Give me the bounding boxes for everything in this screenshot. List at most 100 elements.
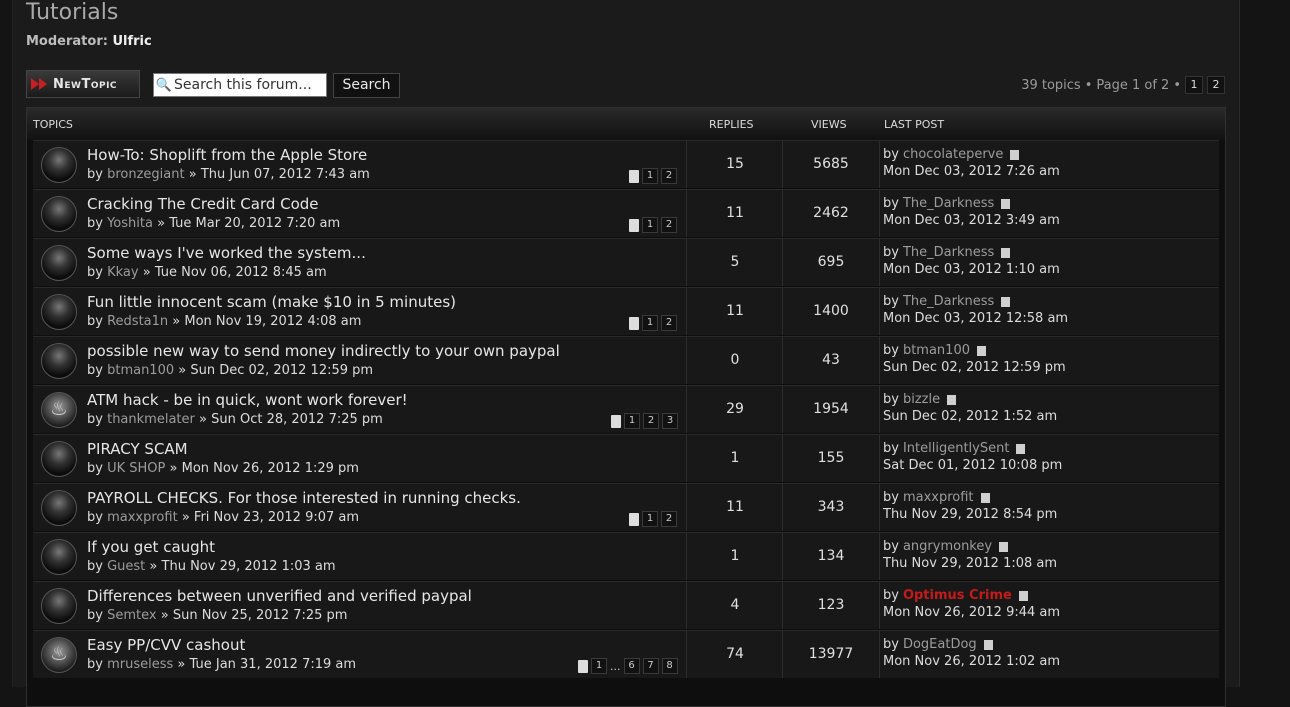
separator: » [178, 363, 187, 378]
topic-page-link[interactable]: 2 [643, 413, 659, 429]
moderator-line: Moderator: Ulfric [26, 34, 152, 49]
topic-title-link[interactable]: How-To: Shoplift from the Apple Store [87, 146, 367, 164]
topic-title-link[interactable]: If you get caught [87, 538, 215, 556]
topic-title-link[interactable]: possible new way to send money indirectl… [87, 342, 560, 360]
topic-meta: by btman100 » Sun Dec 02, 2012 12:59 pm [87, 363, 373, 378]
dark-orb-icon [41, 147, 77, 183]
topic-author-link[interactable]: bronzegiant [107, 167, 185, 182]
column-topics: TOPICS [33, 118, 73, 131]
topic-date: Mon Nov 19, 2012 4:08 am [184, 314, 362, 329]
view-latest-post-icon[interactable] [1018, 590, 1028, 601]
page-link-2[interactable]: 2 [1207, 76, 1225, 94]
topic-page-link[interactable]: 2 [661, 315, 677, 331]
topic-title-link[interactable]: Cracking The Credit Card Code [87, 195, 319, 213]
last-post-user-link[interactable]: btman100 [903, 343, 970, 358]
topic-author-link[interactable]: UK SHOP [107, 461, 165, 476]
topic-title-link[interactable]: PIRACY SCAM [87, 440, 188, 458]
topic-page-link[interactable]: 2 [661, 168, 677, 184]
topic-page-link[interactable]: 7 [642, 658, 659, 674]
view-latest-post-icon[interactable] [1010, 149, 1020, 160]
last-post-user-link[interactable]: chocolateperve [903, 147, 1003, 162]
topic-meta: by bronzegiant » Thu Jun 07, 2012 7:43 a… [87, 167, 370, 182]
topic-page-link[interactable]: 2 [661, 511, 677, 527]
separator: » [157, 216, 166, 231]
last-post-user-link[interactable]: maxxprofit [903, 490, 974, 505]
column-views: VIEWS [811, 118, 847, 131]
last-post-user-link[interactable]: The_Darkness [903, 245, 994, 260]
topic-page-link[interactable]: 6 [623, 658, 640, 674]
topic-author-link[interactable]: Guest [107, 559, 145, 574]
topic-row: Differences between unverified and verif… [33, 581, 1219, 629]
last-post-date: Mon Dec 03, 2012 3:49 am [883, 213, 1060, 228]
topic-title-link[interactable]: Some ways I've worked the system... [87, 244, 366, 262]
view-latest-post-icon[interactable] [1001, 198, 1011, 209]
view-latest-post-icon[interactable] [947, 394, 957, 405]
view-latest-post-icon[interactable] [976, 345, 986, 356]
topic-author-link[interactable]: btman100 [107, 363, 174, 378]
topic-title-link[interactable]: Fun little innocent scam (make $10 in 5 … [87, 293, 456, 311]
search-button[interactable]: Search [333, 73, 400, 98]
by-label: by [883, 343, 899, 358]
topic-page-link[interactable]: 1 [591, 658, 607, 674]
dark-orb-icon [41, 343, 77, 379]
topic-author-link[interactable]: mruseless [107, 657, 173, 672]
topic-page-link[interactable]: 1 [642, 168, 658, 184]
by-label: by [883, 294, 899, 309]
separator: » [188, 167, 197, 182]
by-label: by [883, 490, 899, 505]
view-latest-post-icon[interactable] [983, 639, 993, 650]
topic-date: Sun Dec 02, 2012 12:59 pm [190, 363, 374, 378]
topic-date: Sun Oct 28, 2012 7:25 pm [211, 412, 383, 427]
last-post-user-link[interactable]: The_Darkness [903, 294, 994, 309]
views-count: 2462 [782, 190, 880, 237]
topic-author-link[interactable]: thankmelater [107, 412, 195, 427]
last-post-user-link[interactable]: IntelligentlySent [903, 441, 1009, 456]
dark-orb-icon [41, 588, 77, 624]
view-latest-post-icon[interactable] [999, 541, 1009, 552]
last-post-user-link[interactable]: angrymonkey [903, 539, 992, 554]
last-post-user-link[interactable]: The_Darkness [903, 196, 994, 211]
by-label: by [883, 441, 899, 456]
view-latest-post-icon[interactable] [1016, 443, 1026, 454]
last-post-user-link[interactable]: Optimus Crime [903, 588, 1012, 603]
topic-page-link[interactable]: 1 [642, 511, 658, 527]
view-latest-post-icon[interactable] [1001, 296, 1011, 307]
topic-date: Tue Jan 31, 2012 7:19 am [189, 657, 357, 672]
last-post-date: Sun Dec 02, 2012 12:59 pm [883, 360, 1066, 375]
last-post: by angrymonkey Thu Nov 29, 2012 1:08 am [883, 539, 1057, 571]
topic-page-link[interactable]: 1 [642, 217, 658, 233]
document-icon [629, 169, 639, 183]
topic-author-link[interactable]: Semtex [107, 608, 156, 623]
view-latest-post-icon[interactable] [980, 492, 990, 503]
document-icon [611, 414, 621, 428]
topic-author-link[interactable]: maxxprofit [107, 510, 178, 525]
topic-title-link[interactable]: Easy PP/CVV cashout [87, 636, 245, 654]
last-post-user-link[interactable]: bizzle [903, 392, 940, 407]
topic-author-link[interactable]: Redsta1n [107, 314, 168, 329]
separator: » [169, 461, 178, 476]
topic-author-link[interactable]: Yoshita [107, 216, 153, 231]
view-latest-post-icon[interactable] [1001, 247, 1011, 258]
topic-page-link[interactable]: 2 [661, 217, 677, 233]
last-post-user-link[interactable]: DogEatDog [903, 637, 977, 652]
page-link-1[interactable]: 1 [1185, 76, 1203, 94]
topic-page-link[interactable]: 1 [642, 315, 658, 331]
topic-page-link[interactable]: 3 [662, 413, 678, 429]
topic-meta: by maxxprofit » Fri Nov 23, 2012 9:07 am [87, 510, 359, 525]
topic-pagination: 123 [611, 413, 678, 429]
moderator-name[interactable]: Ulfric [112, 34, 151, 49]
topic-title-link[interactable]: ATM hack - be in quick, wont work foreve… [87, 391, 408, 409]
search-input[interactable] [174, 77, 324, 93]
last-post-by: by The_Darkness [883, 196, 1060, 211]
topic-page-link[interactable]: 1 [624, 413, 640, 429]
topic-author-link[interactable]: Kkay [107, 265, 138, 280]
search-box[interactable]: 🔍 [153, 73, 327, 97]
last-post: by The_Darkness Mon Dec 03, 2012 12:58 am [883, 294, 1068, 326]
topic-title-link[interactable]: PAYROLL CHECKS. For those interested in … [87, 489, 521, 507]
topic-title-link[interactable]: Differences between unverified and verif… [87, 587, 472, 605]
topic-row: Some ways I've worked the system... by Kk… [33, 238, 1219, 286]
new-topic-button[interactable]: NewTopic [26, 70, 140, 98]
topic-date: Thu Nov 29, 2012 1:03 am [161, 559, 336, 574]
topic-page-link[interactable]: 8 [661, 658, 678, 674]
by-label: by [883, 245, 899, 260]
